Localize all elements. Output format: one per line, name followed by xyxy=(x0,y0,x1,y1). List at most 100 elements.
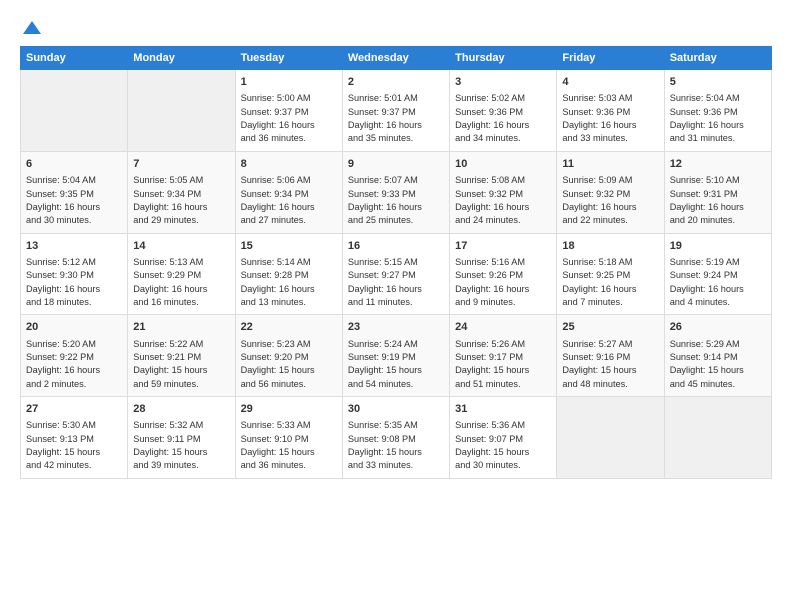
day-number: 11 xyxy=(562,157,658,172)
day-number: 26 xyxy=(670,320,766,335)
header-day-friday: Friday xyxy=(557,47,664,70)
week-row-1: 1 Sunrise: 5:00 AM Sunset: 9:37 PM Daylig… xyxy=(21,70,772,152)
calendar-cell xyxy=(557,397,664,479)
week-row-2: 6 Sunrise: 5:04 AM Sunset: 9:35 PM Daylig… xyxy=(21,151,772,233)
day-number: 7 xyxy=(133,157,229,172)
logo-icon xyxy=(22,18,42,38)
day-number: 10 xyxy=(455,157,551,172)
page: SundayMondayTuesdayWednesdayThursdayFrid… xyxy=(0,0,792,489)
day-info: Sunrise: 5:36 AM Sunset: 9:07 PM Dayligh… xyxy=(455,419,551,472)
day-info: Sunrise: 5:03 AM Sunset: 9:36 PM Dayligh… xyxy=(562,92,658,145)
day-info: Sunrise: 5:14 AM Sunset: 9:28 PM Dayligh… xyxy=(241,256,337,309)
calendar-cell: 22 Sunrise: 5:23 AM Sunset: 9:20 PM Dayli… xyxy=(235,315,342,397)
header-day-wednesday: Wednesday xyxy=(342,47,449,70)
day-number: 5 xyxy=(670,75,766,90)
calendar-cell: 19 Sunrise: 5:19 AM Sunset: 9:24 PM Dayli… xyxy=(664,233,771,315)
week-row-4: 20Sunrise: 5:20 AM Sunset: 9:22 PM Dayli… xyxy=(21,315,772,397)
calendar-cell: 18 Sunrise: 5:18 AM Sunset: 9:25 PM Dayli… xyxy=(557,233,664,315)
day-info: Sunrise: 5:13 AM Sunset: 9:29 PM Dayligh… xyxy=(133,256,229,309)
day-number: 8 xyxy=(241,157,337,172)
calendar-cell: 13Sunrise: 5:12 AM Sunset: 9:30 PM Dayli… xyxy=(21,233,128,315)
day-number: 21 xyxy=(133,320,229,335)
day-info: Sunrise: 5:09 AM Sunset: 9:32 PM Dayligh… xyxy=(562,174,658,227)
day-info: Sunrise: 5:29 AM Sunset: 9:14 PM Dayligh… xyxy=(670,338,766,391)
day-number: 27 xyxy=(26,402,122,417)
day-number: 19 xyxy=(670,239,766,254)
calendar-cell: 30Sunrise: 5:35 AM Sunset: 9:08 PM Dayli… xyxy=(342,397,449,479)
day-info: Sunrise: 5:02 AM Sunset: 9:36 PM Dayligh… xyxy=(455,92,551,145)
calendar-table: SundayMondayTuesdayWednesdayThursdayFrid… xyxy=(20,46,772,479)
calendar-cell xyxy=(21,70,128,152)
day-info: Sunrise: 5:10 AM Sunset: 9:31 PM Dayligh… xyxy=(670,174,766,227)
day-info: Sunrise: 5:32 AM Sunset: 9:11 PM Dayligh… xyxy=(133,419,229,472)
day-number: 1 xyxy=(241,75,337,90)
day-number: 3 xyxy=(455,75,551,90)
day-number: 30 xyxy=(348,402,444,417)
calendar-cell: 17Sunrise: 5:16 AM Sunset: 9:26 PM Dayli… xyxy=(450,233,557,315)
calendar-cell: 31 Sunrise: 5:36 AM Sunset: 9:07 PM Dayli… xyxy=(450,397,557,479)
day-info: Sunrise: 5:30 AM Sunset: 9:13 PM Dayligh… xyxy=(26,419,122,472)
day-number: 22 xyxy=(241,320,337,335)
calendar-cell: 16 Sunrise: 5:15 AM Sunset: 9:27 PM Dayli… xyxy=(342,233,449,315)
calendar-cell: 10 Sunrise: 5:08 AM Sunset: 9:32 PM Dayli… xyxy=(450,151,557,233)
calendar-cell: 24 Sunrise: 5:26 AM Sunset: 9:17 PM Dayli… xyxy=(450,315,557,397)
day-info: Sunrise: 5:33 AM Sunset: 9:10 PM Dayligh… xyxy=(241,419,337,472)
calendar-cell: 20Sunrise: 5:20 AM Sunset: 9:22 PM Dayli… xyxy=(21,315,128,397)
day-info: Sunrise: 5:08 AM Sunset: 9:32 PM Dayligh… xyxy=(455,174,551,227)
day-number: 28 xyxy=(133,402,229,417)
week-row-3: 13Sunrise: 5:12 AM Sunset: 9:30 PM Dayli… xyxy=(21,233,772,315)
calendar-cell: 6 Sunrise: 5:04 AM Sunset: 9:35 PM Daylig… xyxy=(21,151,128,233)
header-day-thursday: Thursday xyxy=(450,47,557,70)
day-number: 12 xyxy=(670,157,766,172)
day-info: Sunrise: 5:20 AM Sunset: 9:22 PM Dayligh… xyxy=(26,338,122,391)
calendar-cell: 25 Sunrise: 5:27 AM Sunset: 9:16 PM Dayli… xyxy=(557,315,664,397)
day-info: Sunrise: 5:07 AM Sunset: 9:33 PM Dayligh… xyxy=(348,174,444,227)
day-info: Sunrise: 5:16 AM Sunset: 9:26 PM Dayligh… xyxy=(455,256,551,309)
calendar-cell: 12 Sunrise: 5:10 AM Sunset: 9:31 PM Dayli… xyxy=(664,151,771,233)
calendar-cell: 28 Sunrise: 5:32 AM Sunset: 9:11 PM Dayli… xyxy=(128,397,235,479)
day-number: 18 xyxy=(562,239,658,254)
logo xyxy=(20,18,44,38)
day-number: 6 xyxy=(26,157,122,172)
day-number: 24 xyxy=(455,320,551,335)
day-info: Sunrise: 5:24 AM Sunset: 9:19 PM Dayligh… xyxy=(348,338,444,391)
day-info: Sunrise: 5:27 AM Sunset: 9:16 PM Dayligh… xyxy=(562,338,658,391)
day-info: Sunrise: 5:19 AM Sunset: 9:24 PM Dayligh… xyxy=(670,256,766,309)
day-info: Sunrise: 5:22 AM Sunset: 9:21 PM Dayligh… xyxy=(133,338,229,391)
calendar-cell xyxy=(664,397,771,479)
header-day-monday: Monday xyxy=(128,47,235,70)
day-info: Sunrise: 5:00 AM Sunset: 9:37 PM Dayligh… xyxy=(241,92,337,145)
header-day-tuesday: Tuesday xyxy=(235,47,342,70)
day-number: 9 xyxy=(348,157,444,172)
day-number: 14 xyxy=(133,239,229,254)
calendar-header-row: SundayMondayTuesdayWednesdayThursdayFrid… xyxy=(21,47,772,70)
day-info: Sunrise: 5:01 AM Sunset: 9:37 PM Dayligh… xyxy=(348,92,444,145)
header-day-saturday: Saturday xyxy=(664,47,771,70)
day-info: Sunrise: 5:15 AM Sunset: 9:27 PM Dayligh… xyxy=(348,256,444,309)
header-area xyxy=(20,18,772,38)
calendar-cell: 23Sunrise: 5:24 AM Sunset: 9:19 PM Dayli… xyxy=(342,315,449,397)
calendar-cell: 15Sunrise: 5:14 AM Sunset: 9:28 PM Dayli… xyxy=(235,233,342,315)
day-info: Sunrise: 5:18 AM Sunset: 9:25 PM Dayligh… xyxy=(562,256,658,309)
day-number: 25 xyxy=(562,320,658,335)
calendar-cell: 27 Sunrise: 5:30 AM Sunset: 9:13 PM Dayli… xyxy=(21,397,128,479)
calendar-cell: 4 Sunrise: 5:03 AM Sunset: 9:36 PM Daylig… xyxy=(557,70,664,152)
day-info: Sunrise: 5:26 AM Sunset: 9:17 PM Dayligh… xyxy=(455,338,551,391)
day-info: Sunrise: 5:23 AM Sunset: 9:20 PM Dayligh… xyxy=(241,338,337,391)
day-number: 16 xyxy=(348,239,444,254)
header-day-sunday: Sunday xyxy=(21,47,128,70)
day-info: Sunrise: 5:04 AM Sunset: 9:35 PM Dayligh… xyxy=(26,174,122,227)
calendar-cell: 8Sunrise: 5:06 AM Sunset: 9:34 PM Daylig… xyxy=(235,151,342,233)
calendar-cell: 7 Sunrise: 5:05 AM Sunset: 9:34 PM Daylig… xyxy=(128,151,235,233)
calendar-cell: 26 Sunrise: 5:29 AM Sunset: 9:14 PM Dayli… xyxy=(664,315,771,397)
calendar-cell: 3 Sunrise: 5:02 AM Sunset: 9:36 PM Daylig… xyxy=(450,70,557,152)
day-number: 13 xyxy=(26,239,122,254)
calendar-cell: 14 Sunrise: 5:13 AM Sunset: 9:29 PM Dayli… xyxy=(128,233,235,315)
calendar-cell: 2Sunrise: 5:01 AM Sunset: 9:37 PM Daylig… xyxy=(342,70,449,152)
calendar-cell: 21 Sunrise: 5:22 AM Sunset: 9:21 PM Dayli… xyxy=(128,315,235,397)
calendar-cell: 11 Sunrise: 5:09 AM Sunset: 9:32 PM Dayli… xyxy=(557,151,664,233)
day-number: 31 xyxy=(455,402,551,417)
calendar-cell: 1 Sunrise: 5:00 AM Sunset: 9:37 PM Daylig… xyxy=(235,70,342,152)
day-info: Sunrise: 5:05 AM Sunset: 9:34 PM Dayligh… xyxy=(133,174,229,227)
day-number: 4 xyxy=(562,75,658,90)
